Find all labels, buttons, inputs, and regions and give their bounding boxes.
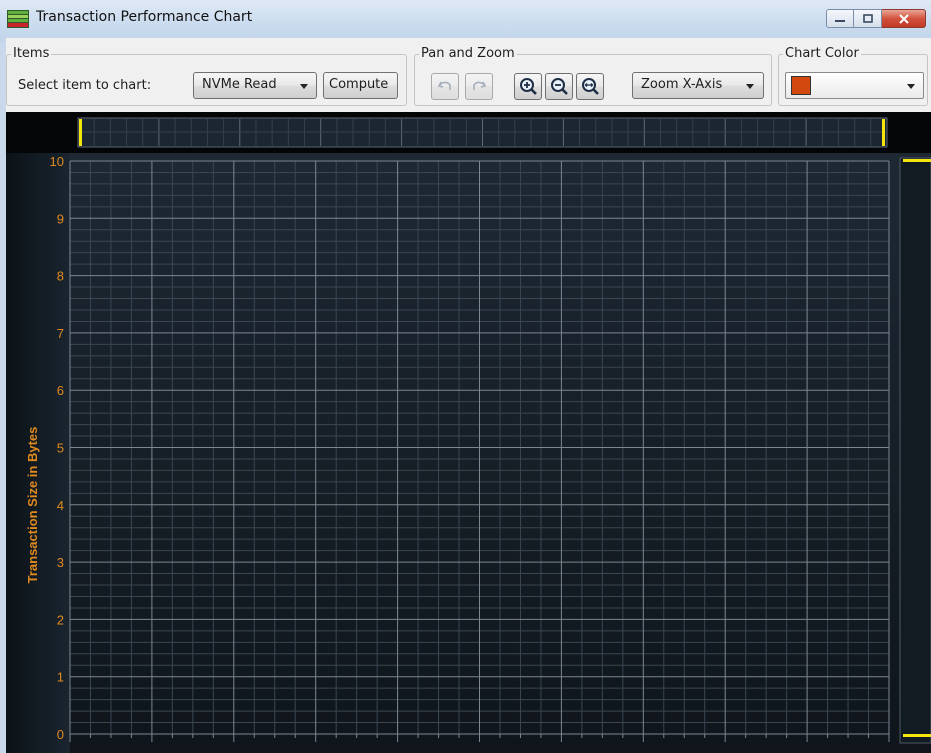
y-tick-label: 5 <box>57 441 64 456</box>
vertical-range-top-handle[interactable] <box>903 159 931 162</box>
chart-color-group: Chart Color <box>778 46 928 106</box>
compute-button[interactable]: Compute <box>323 72 398 99</box>
y-tick-label: 6 <box>57 383 64 398</box>
minimize-icon <box>835 19 845 22</box>
y-tick-label: 1 <box>57 670 64 685</box>
redo-icon <box>473 81 487 90</box>
zoom-fit-icon <box>582 78 599 95</box>
zoom-out-button[interactable] <box>545 73 573 100</box>
vertical-range-bottom-handle[interactable] <box>903 734 931 737</box>
color-swatch <box>791 76 811 95</box>
chart-area: 0 1 2 3 4 5 6 7 8 9 10 Transaction Size in Bytes <box>6 112 931 753</box>
y-tick-label: 0 <box>57 727 64 742</box>
items-group: Items Select item to chart: NVMe Read Co… <box>6 46 407 106</box>
chevron-down-icon <box>746 84 754 89</box>
app-icon <box>7 10 29 28</box>
performance-chart: 0 1 2 3 4 5 6 7 8 9 10 Transaction Size in Bytes <box>6 112 931 753</box>
y-tick-label: 4 <box>57 498 64 513</box>
toolbar: Items Select item to chart: NVMe Read Co… <box>6 38 931 112</box>
restore-icon <box>862 13 873 23</box>
redo-button[interactable] <box>465 73 493 100</box>
select-item-label: Select item to chart: <box>18 78 152 93</box>
item-select-dropdown[interactable]: NVMe Read <box>193 72 317 99</box>
window-title: Transaction Performance Chart <box>36 9 253 25</box>
zoom-out-icon <box>551 78 568 95</box>
chevron-down-icon <box>907 84 915 89</box>
item-select-value: NVMe Read <box>202 77 277 92</box>
y-tick-label: 7 <box>57 326 64 341</box>
pan-zoom-group-title: Pan and Zoom <box>419 46 517 61</box>
overview-left-handle[interactable] <box>79 119 82 146</box>
minimize-button[interactable] <box>826 9 854 28</box>
close-icon <box>898 13 909 24</box>
undo-button[interactable] <box>431 73 459 100</box>
y-tick-label: 8 <box>57 269 64 284</box>
title-bar[interactable]: Transaction Performance Chart <box>0 0 931 42</box>
undo-icon <box>437 81 451 90</box>
zoom-in-button[interactable] <box>514 73 542 100</box>
zoom-mode-dropdown[interactable]: Zoom X-Axis <box>632 72 764 99</box>
chevron-down-icon <box>300 84 308 89</box>
vertical-range-track[interactable] <box>899 157 931 744</box>
window: Transaction Performance Chart Items Sele… <box>0 0 931 753</box>
y-axis-label: Transaction Size in Bytes <box>25 427 40 584</box>
zoom-mode-value: Zoom X-Axis <box>641 77 723 92</box>
chart-panel-background <box>6 153 931 753</box>
zoom-in-icon <box>520 78 537 95</box>
zoom-fit-button[interactable] <box>576 73 604 100</box>
items-group-title: Items <box>11 46 52 61</box>
close-button[interactable] <box>882 9 926 28</box>
y-tick-label: 9 <box>57 211 64 226</box>
y-tick-label: 3 <box>57 555 64 570</box>
pan-zoom-group: Pan and Zoom Zoom X-Axis <box>414 46 772 106</box>
chart-color-dropdown[interactable] <box>785 72 924 99</box>
restore-button[interactable] <box>854 9 882 28</box>
y-tick-label: 10 <box>50 154 64 169</box>
y-tick-label: 2 <box>57 612 64 627</box>
chart-color-group-title: Chart Color <box>783 46 861 61</box>
overview-right-handle[interactable] <box>882 119 885 146</box>
